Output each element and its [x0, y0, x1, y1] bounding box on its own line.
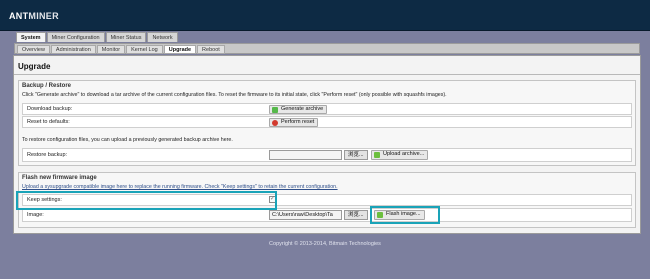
perform-reset-label: Perform reset	[281, 119, 315, 125]
top-nav: System Miner Configuration Miner Status …	[16, 32, 178, 42]
sub-nav: Overview Administration Monitor Kernel L…	[14, 43, 640, 54]
tab-system[interactable]: System	[16, 32, 46, 42]
upload-archive-label: Upload archive...	[383, 151, 425, 157]
restore-file-input[interactable]	[269, 150, 342, 160]
backup-legend: Backup / Restore	[22, 83, 72, 89]
subtab-upgrade[interactable]: Upgrade	[163, 45, 197, 54]
subtab-administration[interactable]: Administration	[50, 45, 96, 54]
download-backup-label: Download backup:	[27, 106, 73, 112]
tab-miner-status[interactable]: Miner Status	[105, 32, 147, 42]
restore-browse-button[interactable]: 浏览...	[344, 150, 368, 160]
subtab-reboot[interactable]: Reboot	[197, 45, 225, 54]
logo-text-miner: MINER	[28, 11, 59, 21]
subtab-overview[interactable]: Overview	[17, 45, 50, 54]
reset-defaults-row: Reset to defaults:	[22, 116, 632, 128]
title-divider	[14, 74, 640, 75]
subtab-kernel-log[interactable]: Kernel Log	[126, 45, 163, 54]
generate-archive-button[interactable]: Generate archive	[269, 105, 328, 114]
reset-defaults-label: Reset to defaults:	[27, 119, 70, 125]
generate-archive-label: Generate archive	[281, 106, 324, 112]
image-file-input[interactable]: C:\Users\raw\Desktop\Ta	[269, 210, 342, 220]
keep-settings-highlight	[16, 191, 277, 210]
reset-icon	[272, 120, 278, 126]
logo-text-main: ANT	[9, 11, 29, 21]
restore-backup-label: Restore backup:	[27, 152, 68, 158]
flash-image-highlight	[370, 206, 440, 224]
archive-icon	[272, 107, 278, 113]
tab-miner-configuration[interactable]: Miner Configuration	[46, 32, 105, 42]
header: ANTMINER	[0, 0, 650, 31]
footer-copyright: Copyright © 2013-2014, Bitmain Technolog…	[269, 241, 381, 247]
perform-reset-button[interactable]: Perform reset	[269, 118, 319, 127]
antminer-logo: ANTMINER	[9, 11, 59, 21]
tab-network[interactable]: Network	[147, 32, 178, 42]
upload-icon	[374, 152, 380, 158]
image-browse-button[interactable]: 浏览...	[344, 210, 368, 220]
flash-description: Upload a sysupgrade compatible image her…	[22, 184, 338, 190]
flash-legend: Flash new firmware image	[22, 175, 97, 181]
backup-description: Click "Generate archive" to download a t…	[22, 92, 447, 98]
upload-archive-button[interactable]: Upload archive...	[371, 150, 429, 160]
main-panel: Upgrade Backup / Restore Click "Generate…	[13, 55, 641, 234]
page-title: Upgrade	[18, 62, 51, 71]
image-label: Image:	[27, 212, 44, 218]
restore-description: To restore configuration files, you can …	[22, 137, 233, 143]
subtab-monitor[interactable]: Monitor	[96, 45, 126, 54]
